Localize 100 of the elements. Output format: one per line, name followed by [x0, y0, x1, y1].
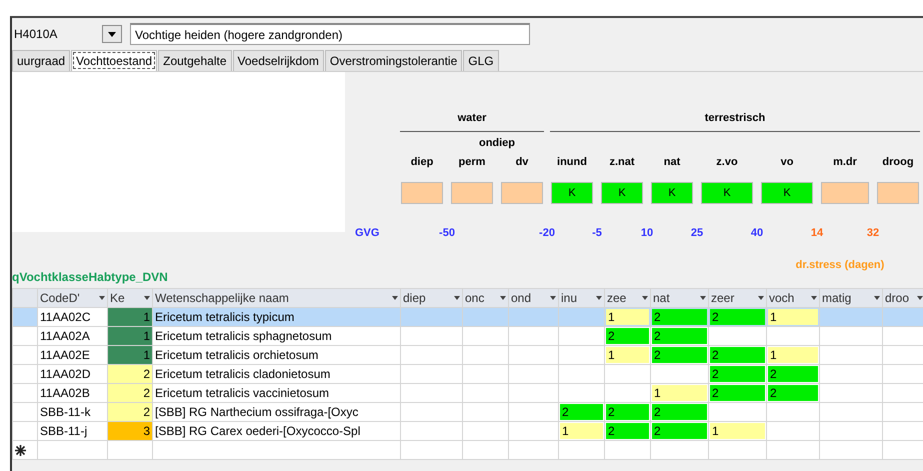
column-header[interactable]: ond [508, 288, 558, 308]
table-cell: Ericetum tetralicis sphagnetosum [152, 326, 400, 346]
habitat-code-value: H4010A [13, 26, 58, 43]
table-cell: 11AA02A [38, 326, 108, 346]
column-header[interactable]: matig [820, 288, 882, 308]
grade-cell: 2 [768, 385, 818, 401]
table-row[interactable]: SBB-11-k 2 [SBB] RG Narthecium ossifraga-[Oxyc 2 2 2 [12, 402, 923, 422]
column-header[interactable]: Wetenschappelijke naam [152, 288, 400, 308]
table-cell: 3 [108, 422, 152, 440]
dropdown-icon [758, 296, 764, 300]
scale-value: 40 [750, 226, 764, 240]
class-box: K [551, 182, 593, 204]
grade-cell: 1 [606, 309, 649, 325]
class-label: z.nat [608, 154, 636, 170]
grade-cell: 2 [560, 404, 603, 420]
grade-cell: 1 [710, 423, 765, 439]
table-row[interactable]: 11AA02E 1 Ericetum tetralicis orchietosum 1 2 2 1 [12, 346, 923, 364]
scale-value: 14 [810, 226, 824, 240]
column-header[interactable]: diep [400, 288, 462, 308]
habitat-name-field[interactable]: Vochtige heiden (hogere zandgronden) [130, 23, 530, 45]
dropdown-icon [108, 32, 116, 36]
stress-caption: dr.stress (dagen) [794, 258, 886, 274]
scale-value: 10 [640, 226, 654, 240]
grade-cell: 2 [710, 309, 765, 325]
tab[interactable]: Vochttoestand [71, 50, 158, 71]
grade-cell: 2 [606, 404, 649, 420]
dropdown-icon [392, 296, 398, 300]
table-cell: Ericetum tetralicis cladonietosum [152, 364, 400, 384]
table-row[interactable]: 11AA02D 2 Ericetum tetralicis cladonietosum 2 2 [12, 364, 923, 384]
column-header[interactable]: droo [882, 288, 923, 308]
column-header[interactable]: Ke [108, 288, 152, 308]
table-row[interactable]: 11AA02C 1 Ericetum tetralicis typicum 1 2 2 1 [12, 308, 923, 326]
table-cell: 1 [108, 346, 152, 364]
table-cell: [SBB] RG Carex oederi-[Oxycocco-Spl [152, 422, 400, 440]
class-box: K [761, 182, 813, 204]
table-cell: 2 [108, 402, 152, 422]
group-heading: water [400, 110, 544, 132]
table-cell: SBB-11-j [38, 422, 108, 440]
class-label: nat [662, 154, 682, 170]
group-heading: terrestrisch [550, 110, 920, 132]
column-header[interactable]: onc [462, 288, 508, 308]
table-row[interactable]: 11AA02A 1 Ericetum tetralicis sphagnetosum 2 2 [12, 326, 923, 346]
column-header[interactable]: zee [604, 288, 650, 308]
dropdown-icon [550, 296, 556, 300]
class-label: droog [881, 154, 915, 170]
grade-cell: 1 [652, 385, 707, 401]
grade-cell: 1 [768, 309, 818, 325]
scale-value: -20 [539, 226, 555, 240]
dropdown-icon [811, 296, 817, 300]
dropdown-icon [642, 296, 648, 300]
class-label: vo [780, 154, 794, 170]
grade-cell: 2 [710, 385, 765, 401]
scale-value: -50 [439, 226, 455, 240]
dropdown-icon [144, 296, 150, 300]
table-cell: Ericetum tetralicis orchietosum [152, 346, 400, 364]
table-cell: 2 [108, 364, 152, 384]
column-header[interactable]: inu [558, 288, 604, 308]
tab[interactable]: Voedselrijkdom [232, 50, 324, 71]
tab[interactable]: GLG [463, 50, 499, 71]
dropdown-icon [500, 296, 506, 300]
table-cell: 1 [108, 308, 152, 326]
table-title: qVochtklasseHabtype_DVN [12, 269, 169, 286]
dropdown-button[interactable] [102, 25, 122, 43]
dropdown-icon [700, 296, 706, 300]
dropdown-icon [596, 296, 602, 300]
column-header[interactable]: zeer [708, 288, 766, 308]
tab[interactable]: Zoutgehalte [158, 50, 232, 71]
class-label: z.vo [715, 154, 739, 170]
tab[interactable]: uurgraad [12, 50, 70, 71]
table-cell: [SBB] RG Narthecium ossifraga-[Oxyc [152, 402, 400, 422]
subgroup-heading: ondiep [478, 136, 516, 151]
grade-cell: 2 [652, 423, 707, 439]
grade-cell: 1 [768, 347, 818, 363]
class-label: diep [410, 154, 434, 170]
table-cell: 11AA02E [38, 346, 108, 364]
class-box: K [701, 182, 753, 204]
scale-value: -5 [592, 226, 602, 240]
class-label: perm [458, 154, 486, 170]
grade-cell: 2 [768, 366, 818, 382]
class-label: dv [514, 154, 530, 170]
row-selector-header [12, 288, 38, 308]
column-header[interactable]: voch [766, 288, 820, 308]
column-header[interactable]: nat [650, 288, 708, 308]
class-box: K [651, 182, 693, 204]
column-header[interactable]: CodeD' [38, 288, 108, 308]
table-row[interactable]: SBB-11-j 3 [SBB] RG Carex oederi-[Oxycocco-Spl 1 2 2 1 [12, 422, 923, 440]
table-cell: 11AA02D [38, 364, 108, 384]
table-cell: Ericetum tetralicis vaccinietosum [152, 384, 400, 402]
scale-value: 32 [866, 226, 880, 240]
table-cell: 2 [108, 384, 152, 402]
new-record-icon [15, 444, 26, 456]
table-row[interactable]: 11AA02B 2 Ericetum tetralicis vaccinietosum 1 2 2 [12, 384, 923, 402]
row-selector[interactable] [12, 308, 38, 326]
grade-cell: 2 [652, 328, 707, 344]
grade-cell: 2 [652, 404, 707, 420]
tab[interactable]: Overstromingstolerantie [324, 50, 462, 71]
grade-cell: 2 [710, 366, 765, 382]
grade-cell: 1 [560, 423, 603, 439]
grade-cell: 2 [652, 347, 707, 363]
grade-cell: 2 [606, 328, 649, 344]
